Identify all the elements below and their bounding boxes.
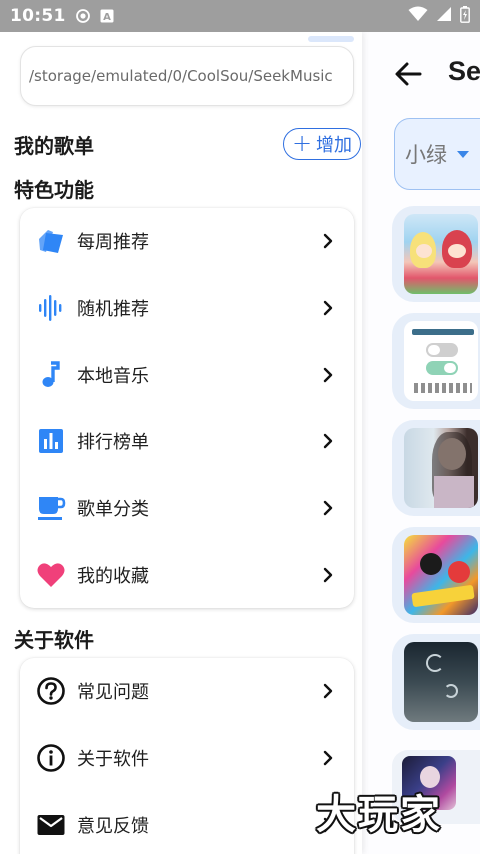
bar-chart-icon	[36, 426, 66, 456]
navigation-drawer: /storage/emulated/0/CoolSou/SeekMusic 我的…	[0, 32, 362, 854]
chevron-right-icon	[322, 367, 334, 383]
playlist-card[interactable]	[392, 420, 480, 516]
back-arrow-icon[interactable]	[392, 58, 424, 90]
about-item-about[interactable]: 关于软件	[20, 725, 354, 792]
about-item-label: 常见问题	[77, 682, 149, 704]
battery-icon	[460, 5, 470, 27]
status-bar: 10:51 A	[0, 0, 480, 32]
background-page-title: Se	[448, 56, 480, 86]
add-playlist-button[interactable]: + 增加	[283, 128, 361, 160]
chevron-right-icon	[322, 500, 334, 516]
feature-item-label: 排行榜单	[77, 432, 149, 454]
chevron-right-icon	[322, 750, 334, 766]
about-item-label: 意见反馈	[77, 815, 149, 837]
chevron-right-icon	[322, 567, 334, 583]
chevron-right-icon	[322, 300, 334, 316]
info-icon	[36, 743, 66, 773]
feature-item-label: 每周推荐	[77, 232, 149, 254]
background-page: Se 小绿	[360, 32, 480, 854]
source-dropdown[interactable]: 小绿	[394, 118, 480, 190]
svg-text:A: A	[103, 12, 111, 23]
chevron-right-icon	[322, 433, 334, 449]
playlist-cover-image	[404, 428, 478, 508]
feature-item-charts[interactable]: 排行榜单	[20, 408, 354, 475]
about-item-faq[interactable]: 常见问题	[20, 658, 354, 725]
feature-item-categories[interactable]: 歌单分类	[20, 475, 354, 542]
music-path-value: /storage/emulated/0/CoolSou/SeekMusic	[29, 67, 333, 85]
chevron-right-icon	[322, 233, 334, 249]
playlist-card[interactable]	[392, 527, 480, 623]
feature-item-label: 歌单分类	[77, 499, 149, 521]
feature-item-label: 本地音乐	[77, 365, 149, 387]
features-card: 每周推荐 随机推荐 本地音乐 排行榜单 歌单分类 我的收藏	[20, 208, 354, 608]
add-playlist-label: 增加	[316, 135, 353, 156]
playlist-cover-image	[404, 642, 478, 722]
playlist-card[interactable]	[392, 206, 480, 302]
signal-icon	[436, 6, 452, 26]
sound-wave-icon	[36, 293, 66, 323]
source-dropdown-value: 小绿	[405, 143, 447, 167]
heart-icon	[36, 560, 66, 590]
cup-icon	[36, 493, 66, 523]
playlist-cover-image	[404, 214, 478, 294]
features-title: 特色功能	[14, 178, 94, 202]
about-item-label: 关于软件	[77, 749, 149, 771]
wifi-icon	[408, 6, 428, 26]
about-card: 常见问题 关于软件 意见反馈	[20, 658, 354, 854]
playlist-card[interactable]	[392, 634, 480, 730]
app-a-icon: A	[100, 9, 114, 23]
playlist-card[interactable]	[392, 313, 480, 409]
chevron-right-icon	[322, 683, 334, 699]
feature-item-local-music[interactable]: 本地音乐	[20, 341, 354, 408]
music-path-field[interactable]: /storage/emulated/0/CoolSou/SeekMusic	[20, 46, 354, 106]
feature-item-favorites[interactable]: 我的收藏	[20, 541, 354, 608]
status-time: 10:51	[10, 6, 66, 26]
tags-icon	[36, 226, 66, 256]
drawer-top-tab	[308, 36, 354, 42]
about-title: 关于软件	[14, 628, 94, 652]
question-icon	[36, 676, 66, 706]
plus-icon: +	[291, 129, 313, 157]
watermark-logo: 大玩家	[316, 792, 442, 838]
dropdown-caret-icon	[457, 150, 469, 158]
music-note-icon	[36, 360, 66, 390]
my-playlists-title: 我的歌单	[14, 134, 94, 158]
playlist-cover-image	[404, 321, 478, 401]
feature-item-label: 我的收藏	[77, 565, 149, 587]
record-icon	[75, 9, 90, 23]
mail-icon	[36, 810, 66, 840]
feature-item-label: 随机推荐	[77, 299, 149, 321]
feature-item-weekly[interactable]: 每周推荐	[20, 208, 354, 275]
playlist-cover-image	[404, 535, 478, 615]
about-item-feedback[interactable]: 意见反馈	[20, 791, 354, 854]
feature-item-random[interactable]: 随机推荐	[20, 275, 354, 342]
